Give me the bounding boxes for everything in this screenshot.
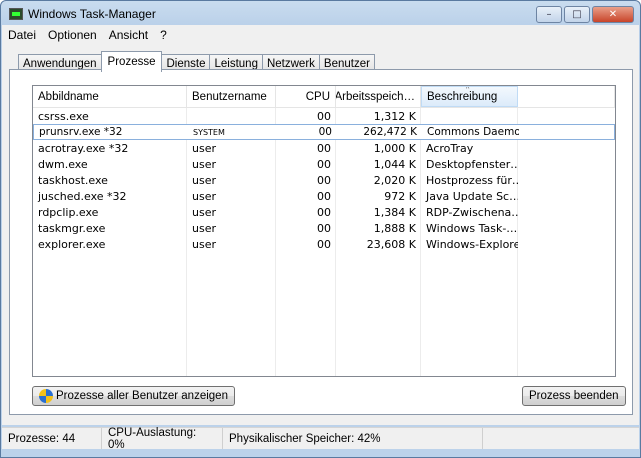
cell-image-name: taskmgr.exe xyxy=(38,221,106,235)
cell-memory: 972 K xyxy=(384,189,416,203)
cell-cpu: 00 xyxy=(317,189,331,203)
column-header-arbeitsspeicher[interactable]: Arbeitsspeich… xyxy=(336,86,421,107)
cell-description: Java Update Sc… xyxy=(426,189,518,203)
column-header-beschreibung[interactable]: ^ Beschreibung xyxy=(421,86,518,107)
cell-cpu: 00 xyxy=(317,109,331,123)
cell-description xyxy=(421,108,518,124)
process-row[interactable]: dwm.exe user 00 1,044 K Desktopfenster… xyxy=(33,156,615,172)
menu-help[interactable]: ? xyxy=(160,28,167,42)
cell-cpu: 00 xyxy=(317,141,331,155)
cell-cpu: 00 xyxy=(317,221,331,235)
cell-memory: 23,608 K xyxy=(366,237,416,251)
window-title: Windows Task-Manager xyxy=(28,7,156,21)
minimize-button[interactable]: – xyxy=(536,6,562,23)
maximize-button[interactable]: □ xyxy=(564,6,590,23)
cell-image-name: rdpclip.exe xyxy=(38,205,99,219)
cell-memory: 1,888 K xyxy=(373,221,416,235)
cell-description: Windows Task-… xyxy=(426,221,518,235)
column-header-empty xyxy=(518,86,615,107)
cell-user-name: user xyxy=(192,189,216,203)
cell-image-name: jusched.exe *32 xyxy=(38,189,127,203)
tab-prozesse[interactable]: Prozesse xyxy=(100,51,163,72)
status-bar: Prozesse: 44 CPU-Auslastung: 0% Physikal… xyxy=(2,427,639,451)
menu-optionen[interactable]: Optionen xyxy=(48,28,97,42)
cell-user-name: user xyxy=(192,157,216,171)
cell-memory: 262,472 K xyxy=(363,126,417,138)
cell-user-name xyxy=(187,108,276,124)
cell-cpu: 00 xyxy=(317,237,331,251)
column-header-abbildname[interactable]: Abbildname xyxy=(33,86,187,107)
cell-user-name: user xyxy=(192,237,216,251)
cell-user-name: SYSTEM xyxy=(193,127,225,137)
task-manager-window: Windows Task-Manager – □ ✕ Datei Optione… xyxy=(0,0,641,458)
processes-panel: Abbildname Benutzername CPU Arbeitsspeic… xyxy=(9,69,633,415)
end-process-button[interactable]: Prozess beenden xyxy=(522,386,626,406)
process-row[interactable]: rdpclip.exe user 00 1,384 K RDP-Zwischena… xyxy=(33,204,615,220)
menu-datei[interactable]: Datei xyxy=(8,28,36,42)
cell-cpu: 00 xyxy=(317,205,331,219)
cell-description: Windows-Explorer xyxy=(426,237,518,251)
column-header-benutzername[interactable]: Benutzername xyxy=(187,86,276,107)
process-row[interactable]: acrotray.exe *32 user 00 1,000 K AcroTray xyxy=(33,140,615,156)
cell-memory: 2,020 K xyxy=(373,173,416,187)
process-row[interactable]: csrss.exe 00 1,312 K xyxy=(33,108,615,124)
cell-description: Commons Daemon … xyxy=(427,126,519,138)
cell-memory: 1,384 K xyxy=(373,205,416,219)
task-manager-icon xyxy=(9,8,23,20)
cell-user-name: user xyxy=(192,221,216,235)
status-memory: Physikalischer Speicher: 42% xyxy=(223,428,483,449)
close-button[interactable]: ✕ xyxy=(592,6,634,23)
menu-ansicht[interactable]: Ansicht xyxy=(109,28,148,42)
menu-bar: Datei Optionen Ansicht ? xyxy=(2,25,639,45)
column-header-cpu[interactable]: CPU xyxy=(276,86,336,107)
list-header: Abbildname Benutzername CPU Arbeitsspeic… xyxy=(33,86,615,108)
cell-cpu: 00 xyxy=(317,157,331,171)
process-row[interactable]: explorer.exe user 00 23,608 K Windows-Explor… xyxy=(33,236,615,252)
cell-image-name: csrss.exe xyxy=(38,109,89,123)
title-bar: Windows Task-Manager xyxy=(9,5,156,23)
cell-description: Hostprozess für… xyxy=(426,173,518,187)
process-rows: csrss.exe 00 1,312 K prunsrv.exe *32 SYSTEM 0… xyxy=(33,108,615,376)
cell-memory: 1,312 K xyxy=(373,109,416,123)
cell-image-name: taskhost.exe xyxy=(38,173,108,187)
cell-user-name: user xyxy=(192,173,216,187)
process-list[interactable]: Abbildname Benutzername CPU Arbeitsspeic… xyxy=(32,85,616,377)
process-row[interactable]: taskhost.exe user 00 2,020 K Hostprozess für… xyxy=(33,172,615,188)
column-header-label: Beschreibung xyxy=(427,90,498,103)
cell-user-name: user xyxy=(192,141,216,155)
cell-memory: 1,000 K xyxy=(373,141,416,155)
cell-cpu: 00 xyxy=(317,173,331,187)
show-all-label: Prozesse aller Benutzer anzeigen xyxy=(56,390,228,402)
show-all-users-processes-button[interactable]: Prozesse aller Benutzer anzeigen xyxy=(32,386,235,406)
status-cpu: CPU-Auslastung: 0% xyxy=(102,427,223,451)
process-row[interactable]: taskmgr.exe user 00 1,888 K Windows Task-… xyxy=(33,220,615,236)
status-empty xyxy=(483,428,639,449)
process-row[interactable]: prunsrv.exe *32 SYSTEM 00 262,472 K Commons … xyxy=(33,124,615,140)
process-row[interactable]: jusched.exe *32 user 00 972 K Java Update Sc… xyxy=(33,188,615,204)
cell-image-name: dwm.exe xyxy=(38,157,88,171)
cell-description: AcroTray xyxy=(426,141,474,155)
cell-description: Desktopfenster… xyxy=(426,157,518,171)
sort-arrow-icon: ^ xyxy=(466,86,470,93)
status-processes: Prozesse: 44 xyxy=(2,428,102,449)
cell-memory: 1,044 K xyxy=(373,157,416,171)
cell-image-name: prunsrv.exe *32 xyxy=(39,126,123,138)
cell-description: RDP-Zwischena… xyxy=(426,205,518,219)
cell-image-name: acrotray.exe *32 xyxy=(38,141,129,155)
cell-image-name: explorer.exe xyxy=(38,237,106,251)
uac-shield-icon xyxy=(39,389,53,403)
cell-cpu: 00 xyxy=(318,126,332,138)
cell-user-name: user xyxy=(192,205,216,219)
